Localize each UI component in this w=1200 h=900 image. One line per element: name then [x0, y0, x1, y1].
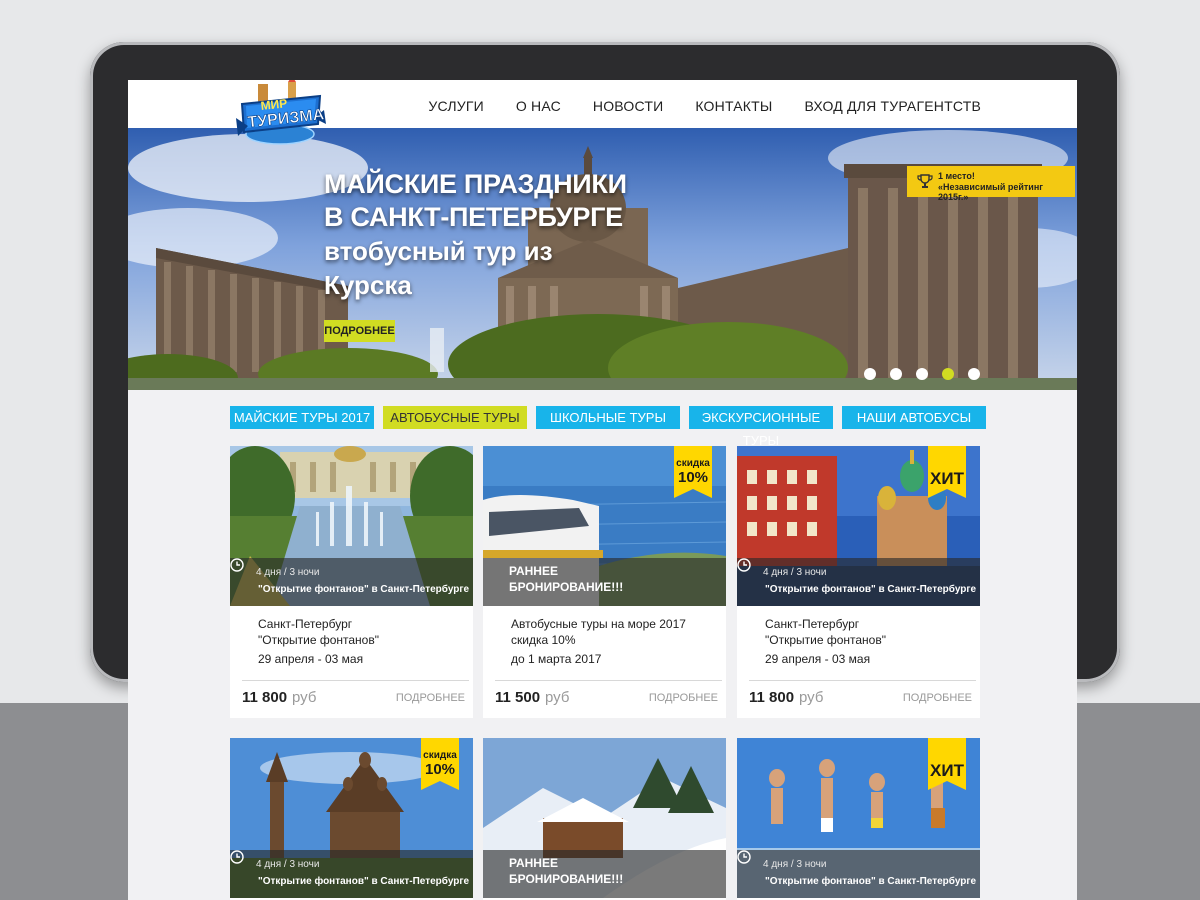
early-booking-label: РАННЕЕ БРОНИРОВАНИЕ!!! [509, 855, 623, 887]
clock-icon [230, 850, 244, 864]
tour-desc-line-2: "Открытие фонтанов" [765, 633, 886, 647]
tour-card[interactable]: РАННЕЕ БРОНИРОВАНИЕ!!! [483, 738, 726, 900]
tour-card[interactable]: скидка 10% РАННЕЕ БРОНИРОВАНИЕ!!! Автобу… [483, 446, 726, 718]
tour-price: 11 800 [749, 689, 795, 706]
hero-title: МАЙСКИЕ ПРАЗДНИКИ В САНКТ-ПЕТЕРБУРГЕ вто… [324, 168, 627, 302]
tour-duration: 4 дня / 3 ночи [256, 859, 320, 870]
hero-subtitle-line-1: втобусный тур из [324, 236, 553, 266]
nav-services[interactable]: УСЛУГИ [428, 98, 483, 114]
award-line-2: «Независимый рейтинг 2015г.» [938, 182, 1044, 202]
main-nav: УСЛУГИ О НАС НОВОСТИ КОНТАКТЫ ВХОД ДЛЯ Т… [396, 98, 981, 114]
nav-about[interactable]: О НАС [516, 98, 561, 114]
ribbon-value: 10% [424, 761, 456, 778]
slider-dot-2[interactable] [890, 368, 902, 380]
early-booking-label: РАННЕЕ БРОНИРОВАНИЕ!!! [509, 563, 623, 595]
ribbon-label: скидка [676, 458, 710, 469]
card-divider [749, 680, 976, 681]
early-line-2: БРОНИРОВАНИЕ!!! [509, 580, 624, 594]
tour-desc-line-2: скидка 10% [511, 633, 576, 647]
tour-card[interactable]: ХИТ 4 дня / 3 ночи "Открытие фонтанов" в… [737, 446, 980, 718]
tour-desc-line-1: Автобусные туры на море 2017 [511, 617, 686, 631]
tab-excursion-tours[interactable]: ЭКСКУРСИОННЫЕ ТУРЫ [689, 406, 833, 448]
tour-category-tabs: МАЙСКИЕ ТУРЫ 2017 АВТОБУСНЫЕ ТУРЫ ШКОЛЬН… [230, 406, 986, 448]
hero-title-line-2: В САНКТ-ПЕТЕРБУРГЕ [324, 202, 623, 232]
tour-currency: руб [292, 689, 317, 706]
tour-overlay-name: "Открытие фонтанов" в Санкт-Петербурге [258, 876, 470, 887]
tour-card[interactable]: ХИТ 4 дня / 3 ночи "Открытие фонтанов" в… [737, 738, 980, 900]
hero-more-button[interactable]: ПОДРОБНЕЕ [324, 320, 395, 342]
tour-card-overlay: 4 дня / 3 ночи "Открытие фонтанов" в Сан… [737, 850, 980, 898]
screen: УСЛУГИ О НАС НОВОСТИ КОНТАКТЫ ВХОД ДЛЯ Т… [128, 80, 1077, 900]
tour-overlay-name: "Открытие фонтанов" в Санкт-Петербурге [765, 876, 977, 887]
tour-card-image: скидка 10% РАННЕЕ БРОНИРОВАНИЕ!!! [483, 446, 726, 606]
tour-date: 29 апреля - 03 мая [258, 652, 364, 666]
trophy-icon [917, 174, 933, 188]
hero-slider: МАЙСКИЕ ПРАЗДНИКИ В САНКТ-ПЕТЕРБУРГЕ вто… [128, 128, 1077, 390]
clock-icon [230, 558, 244, 572]
clock-icon [737, 850, 751, 864]
tour-card-overlay: 4 дня / 3 ночи "Открытие фонтанов" в Сан… [737, 558, 980, 606]
tour-duration: 4 дня / 3 ночи [763, 567, 827, 578]
tour-date: 29 апреля - 03 мая [765, 652, 871, 666]
card-divider [242, 680, 469, 681]
slider-dot-5[interactable] [968, 368, 980, 380]
ribbon-hit-label: ХИТ [930, 761, 964, 780]
tour-card-overlay: 4 дня / 3 ночи "Открытие фонтанов" в Сан… [230, 850, 473, 898]
site-logo[interactable]: МИР ТУРИЗМА [228, 80, 332, 152]
tab-our-buses[interactable]: НАШИ АВТОБУСЫ [842, 406, 986, 429]
tour-duration: 4 дня / 3 ночи [763, 859, 827, 870]
tour-description: Санкт-Петербург "Открытие фонтанов" [258, 616, 379, 648]
tour-card-image: скидка 10% 4 дня / 3 ночи "Открытие фонт… [230, 738, 473, 898]
ribbon-value: 10% [677, 469, 709, 486]
award-line-1: 1 место! [938, 171, 975, 181]
slider-dot-4[interactable] [942, 368, 954, 380]
tour-more-link[interactable]: ПОДРОБНЕЕ [903, 692, 972, 704]
tour-description: Санкт-Петербург "Открытие фонтанов" [765, 616, 886, 648]
early-line-1: РАННЕЕ [509, 564, 558, 578]
tour-desc-line-1: Санкт-Петербург [765, 617, 860, 631]
tour-card-overlay: РАННЕЕ БРОНИРОВАНИЕ!!! [483, 850, 726, 898]
early-line-1: РАННЕЕ [509, 856, 558, 870]
tour-more-link[interactable]: ПОДРОБНЕЕ [649, 692, 718, 704]
hero-subtitle-line-2: Курска [324, 270, 412, 300]
tour-price: 11 800 [242, 689, 288, 706]
tour-card-overlay: РАННЕЕ БРОНИРОВАНИЕ!!! [483, 558, 726, 606]
tour-card[interactable]: 4 дня / 3 ночи "Открытие фонтанов" в Сан… [230, 446, 473, 718]
nav-contacts[interactable]: КОНТАКТЫ [695, 98, 772, 114]
tour-date: до 1 марта 2017 [511, 652, 602, 666]
slider-dots [864, 368, 980, 380]
nav-agency-login[interactable]: ВХОД ДЛЯ ТУРАГЕНТСТВ [804, 98, 981, 114]
tour-desc-line-2: "Открытие фонтанов" [258, 633, 379, 647]
tour-card-overlay: 4 дня / 3 ночи "Открытие фонтанов" в Сан… [230, 558, 473, 606]
tour-duration: 4 дня / 3 ночи [256, 567, 320, 578]
ribbon-hit-label: ХИТ [930, 469, 964, 488]
tour-currency: руб [799, 689, 824, 706]
nav-news[interactable]: НОВОСТИ [593, 98, 663, 114]
tab-school-tours[interactable]: ШКОЛЬНЫЕ ТУРЫ [536, 406, 680, 429]
card-divider [495, 680, 722, 681]
clock-icon [737, 558, 751, 572]
tour-currency: руб [545, 689, 570, 706]
ribbon-label: скидка [423, 750, 457, 761]
award-badge: 1 место! «Независимый рейтинг 2015г.» [907, 166, 1075, 202]
slider-dot-3[interactable] [916, 368, 928, 380]
hero-title-line-1: МАЙСКИЕ ПРАЗДНИКИ [324, 169, 627, 199]
tour-card-image: ХИТ 4 дня / 3 ночи "Открытие фонтанов" в… [737, 738, 980, 898]
tour-price: 11 500 [495, 689, 541, 706]
slider-dot-1[interactable] [864, 368, 876, 380]
tab-bus-tours[interactable]: АВТОБУСНЫЕ ТУРЫ [383, 406, 527, 429]
tour-desc-line-1: Санкт-Петербург [258, 617, 353, 631]
tour-overlay-name: "Открытие фонтанов" в Санкт-Петербурге [765, 584, 977, 595]
tour-more-link[interactable]: ПОДРОБНЕЕ [396, 692, 465, 704]
tour-overlay-name: "Открытие фонтанов" в Санкт-Петербурге [258, 584, 470, 595]
tour-description: Автобусные туры на море 2017 скидка 10% [511, 616, 686, 648]
tour-card-image: 4 дня / 3 ночи "Открытие фонтанов" в Сан… [230, 446, 473, 606]
tour-card-image: РАННЕЕ БРОНИРОВАНИЕ!!! [483, 738, 726, 898]
tour-card[interactable]: скидка 10% 4 дня / 3 ночи "Открытие фонт… [230, 738, 473, 900]
tour-card-image: ХИТ 4 дня / 3 ночи "Открытие фонтанов" в… [737, 446, 980, 606]
tab-may-tours[interactable]: МАЙСКИЕ ТУРЫ 2017 [230, 406, 374, 429]
early-line-2: БРОНИРОВАНИЕ!!! [509, 872, 624, 886]
